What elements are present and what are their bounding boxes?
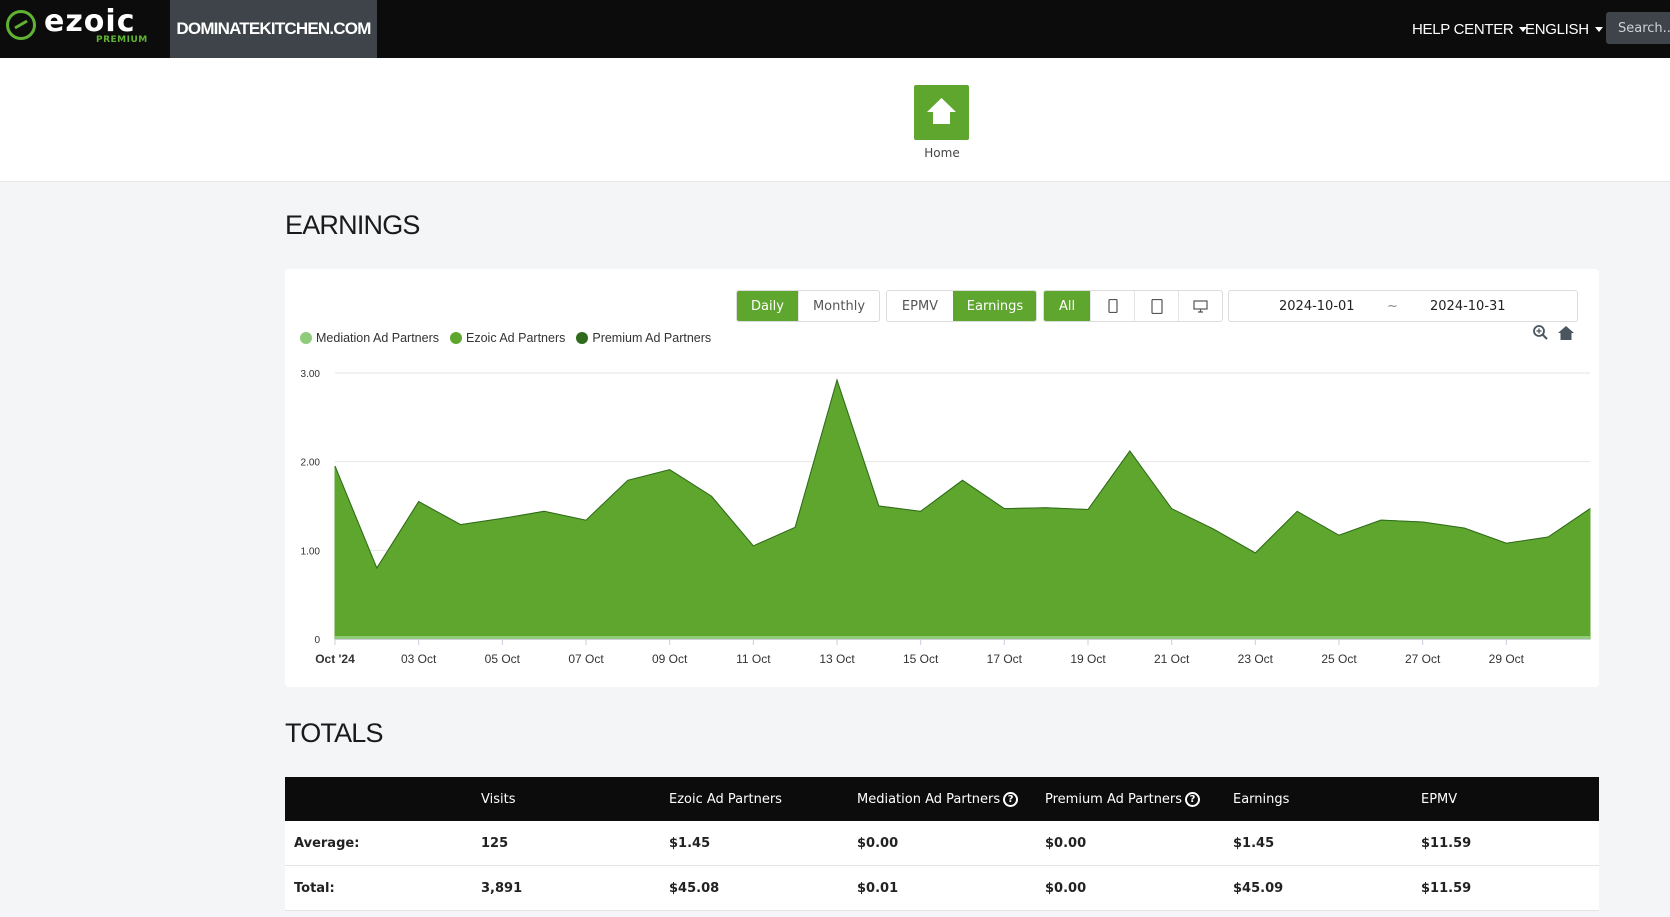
x-tick-label: 27 Oct — [1405, 652, 1441, 666]
cell-premium: $0.00 — [1045, 835, 1087, 851]
x-tick-label: 29 Oct — [1489, 652, 1525, 666]
x-tick-label: Oct '24 — [315, 652, 355, 666]
totals-title: TOTALS — [285, 718, 384, 748]
x-tick-label: 03 Oct — [401, 652, 437, 666]
header-label: Premium Ad Partners — [1045, 791, 1183, 807]
top-navigation-bar: ezoic PREMIUM DOMINATEKITCHEN.COM HELP C… — [0, 0, 1670, 58]
header-mediation-ad-partners: Mediation Ad Partners ? — [857, 777, 1019, 821]
header-label: Mediation Ad Partners — [857, 791, 1001, 807]
cell-visits: 125 — [481, 835, 509, 851]
cell-earnings: $45.09 — [1233, 880, 1284, 896]
y-tick-label: 3.00 — [301, 369, 321, 380]
x-tick-label: 13 Oct — [819, 652, 855, 666]
x-tick-label: 07 Oct — [568, 652, 604, 666]
search-input[interactable] — [1606, 12, 1670, 44]
series-area-1 — [334, 378, 1591, 640]
language-menu[interactable]: ENGLISH — [1525, 0, 1603, 58]
row-label: Total: — [294, 880, 335, 896]
help-center-menu[interactable]: HELP CENTER — [1412, 0, 1528, 58]
x-tick-label: 21 Oct — [1154, 652, 1190, 666]
home-label: Home — [924, 146, 960, 160]
header-earnings: Earnings — [1233, 791, 1290, 807]
help-center-label: HELP CENTER — [1412, 20, 1514, 38]
help-icon[interactable]: ? — [1003, 791, 1019, 807]
ezoic-logo-icon — [6, 10, 36, 40]
x-tick-label: 25 Oct — [1321, 652, 1357, 666]
ezoic-logo[interactable]: ezoic PREMIUM — [4, 4, 164, 54]
cell-mediation: $0.01 — [857, 880, 899, 896]
cell-mediation: $0.00 — [857, 835, 899, 851]
header-premium-ad-partners: Premium Ad Partners ? — [1045, 777, 1201, 821]
x-tick-label: 19 Oct — [1070, 652, 1106, 666]
home-button[interactable] — [914, 85, 969, 140]
cell-ezoic: $45.08 — [669, 880, 720, 896]
header-visits: Visits — [481, 791, 516, 807]
language-label: ENGLISH — [1525, 20, 1589, 38]
y-tick-label: 0 — [314, 635, 320, 646]
chevron-down-icon — [1594, 26, 1603, 32]
cell-premium: $0.00 — [1045, 880, 1087, 896]
x-tick-label: 17 Oct — [987, 652, 1023, 666]
help-icon[interactable]: ? — [1185, 791, 1201, 807]
x-tick-label: 15 Oct — [903, 652, 939, 666]
row-label: Average: — [294, 835, 360, 851]
table-row: Total: 3,891 $45.08 $0.01 $0.00 $45.09 $… — [285, 866, 1599, 911]
header-ezoic-ad-partners: Ezoic Ad Partners — [669, 791, 782, 807]
mediation-baseline — [335, 636, 1590, 639]
logo-text: ezoic — [44, 4, 136, 39]
totals-table: Visits Ezoic Ad Partners Mediation Ad Pa… — [285, 777, 1599, 911]
x-tick-label: 05 Oct — [485, 652, 521, 666]
cell-epmv: $11.59 — [1421, 835, 1472, 851]
header-epmv: EPMV — [1421, 791, 1458, 807]
y-tick-label: 2.00 — [301, 458, 321, 469]
cell-visits: 3,891 — [481, 880, 523, 896]
x-tick-label: 09 Oct — [652, 652, 688, 666]
x-tick-label: 23 Oct — [1238, 652, 1274, 666]
home-icon — [927, 98, 956, 124]
table-header: Visits Ezoic Ad Partners Mediation Ad Pa… — [285, 777, 1599, 821]
earnings-area-chart: 0 1.00 2.00 3.00 Oct '24 03 Oct 05 Oct 07 Oct 09… — [301, 369, 1591, 666]
quick-nav-band: Home — [0, 58, 1670, 182]
table-row: Average: 125 $1.45 $0.00 $0.00 $1.45 $11… — [285, 821, 1599, 866]
cell-epmv: $11.59 — [1421, 880, 1472, 896]
logo-premium-badge: PREMIUM — [96, 35, 148, 45]
x-tick-label: 11 Oct — [736, 652, 771, 666]
cell-earnings: $1.45 — [1233, 835, 1275, 851]
earnings-chart-card: Daily Monthly EPMV Earnings All 2024-10-… — [285, 269, 1599, 687]
cell-ezoic: $1.45 — [669, 835, 711, 851]
earnings-title: EARNINGS — [285, 210, 420, 240]
y-tick-label: 1.00 — [301, 546, 321, 557]
site-selector[interactable]: DOMINATEKITCHEN.COM — [170, 0, 377, 58]
